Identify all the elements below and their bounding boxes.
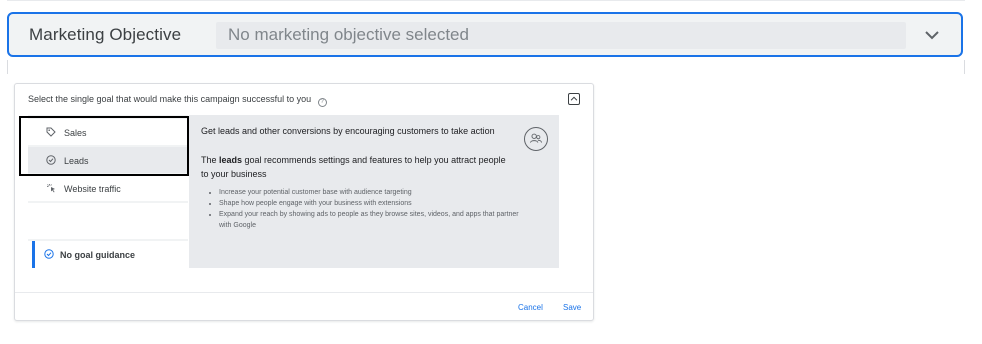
marketing-objective-bar[interactable]: Marketing Objective No marketing objecti… <box>7 12 963 57</box>
goal-website-traffic-label: Website traffic <box>64 184 121 194</box>
objective-value: No marketing objective selected <box>228 25 469 44</box>
selected-indicator <box>32 241 35 268</box>
cursor-click-icon <box>47 184 55 193</box>
save-button[interactable]: Save <box>563 303 581 312</box>
goal-no-goal-guidance[interactable]: No goal guidance <box>28 241 188 268</box>
bullet-item: Expand your reach by showing ads to peop… <box>219 209 529 231</box>
desc-pre: The <box>201 155 220 165</box>
bullet-item: Increase your potential customer base wi… <box>219 187 529 198</box>
chevron-up-icon[interactable] <box>568 93 580 105</box>
cancel-button[interactable]: Cancel <box>518 303 543 312</box>
top-divider <box>7 0 965 1</box>
check-circle-icon <box>44 249 54 259</box>
goal-website-traffic[interactable]: Website traffic <box>28 175 188 201</box>
goal-detail-description: The leads goal recommends settings and f… <box>201 153 511 181</box>
highlight-frame <box>19 116 189 176</box>
desc-bold: leads <box>219 155 243 165</box>
goal-detail-bullets: Increase your potential customer base wi… <box>201 187 529 231</box>
help-icon[interactable]: ? <box>317 98 327 107</box>
goal-detail: Get leads and other conversions by encou… <box>189 115 559 268</box>
people-icon <box>524 127 548 151</box>
objective-title: Marketing Objective <box>29 25 182 44</box>
goal-no-goal-label: No goal guidance <box>60 250 136 260</box>
bullet-item: Shape how people engage with your busine… <box>219 198 529 209</box>
desc-post: goal recommends settings and features to… <box>201 155 506 179</box>
goal-prompt: Select the single goal that would make t… <box>28 94 327 107</box>
goal-list-spacer <box>28 203 188 239</box>
goal-prompt-text: Select the single goal that would make t… <box>28 94 312 104</box>
bar-tick-left <box>7 60 8 74</box>
bar-tick-right <box>964 60 965 74</box>
panel-footer-divider <box>15 292 593 293</box>
chevron-down-icon[interactable] <box>923 28 941 42</box>
goal-detail-headline: Get leads and other conversions by encou… <box>201 126 495 136</box>
